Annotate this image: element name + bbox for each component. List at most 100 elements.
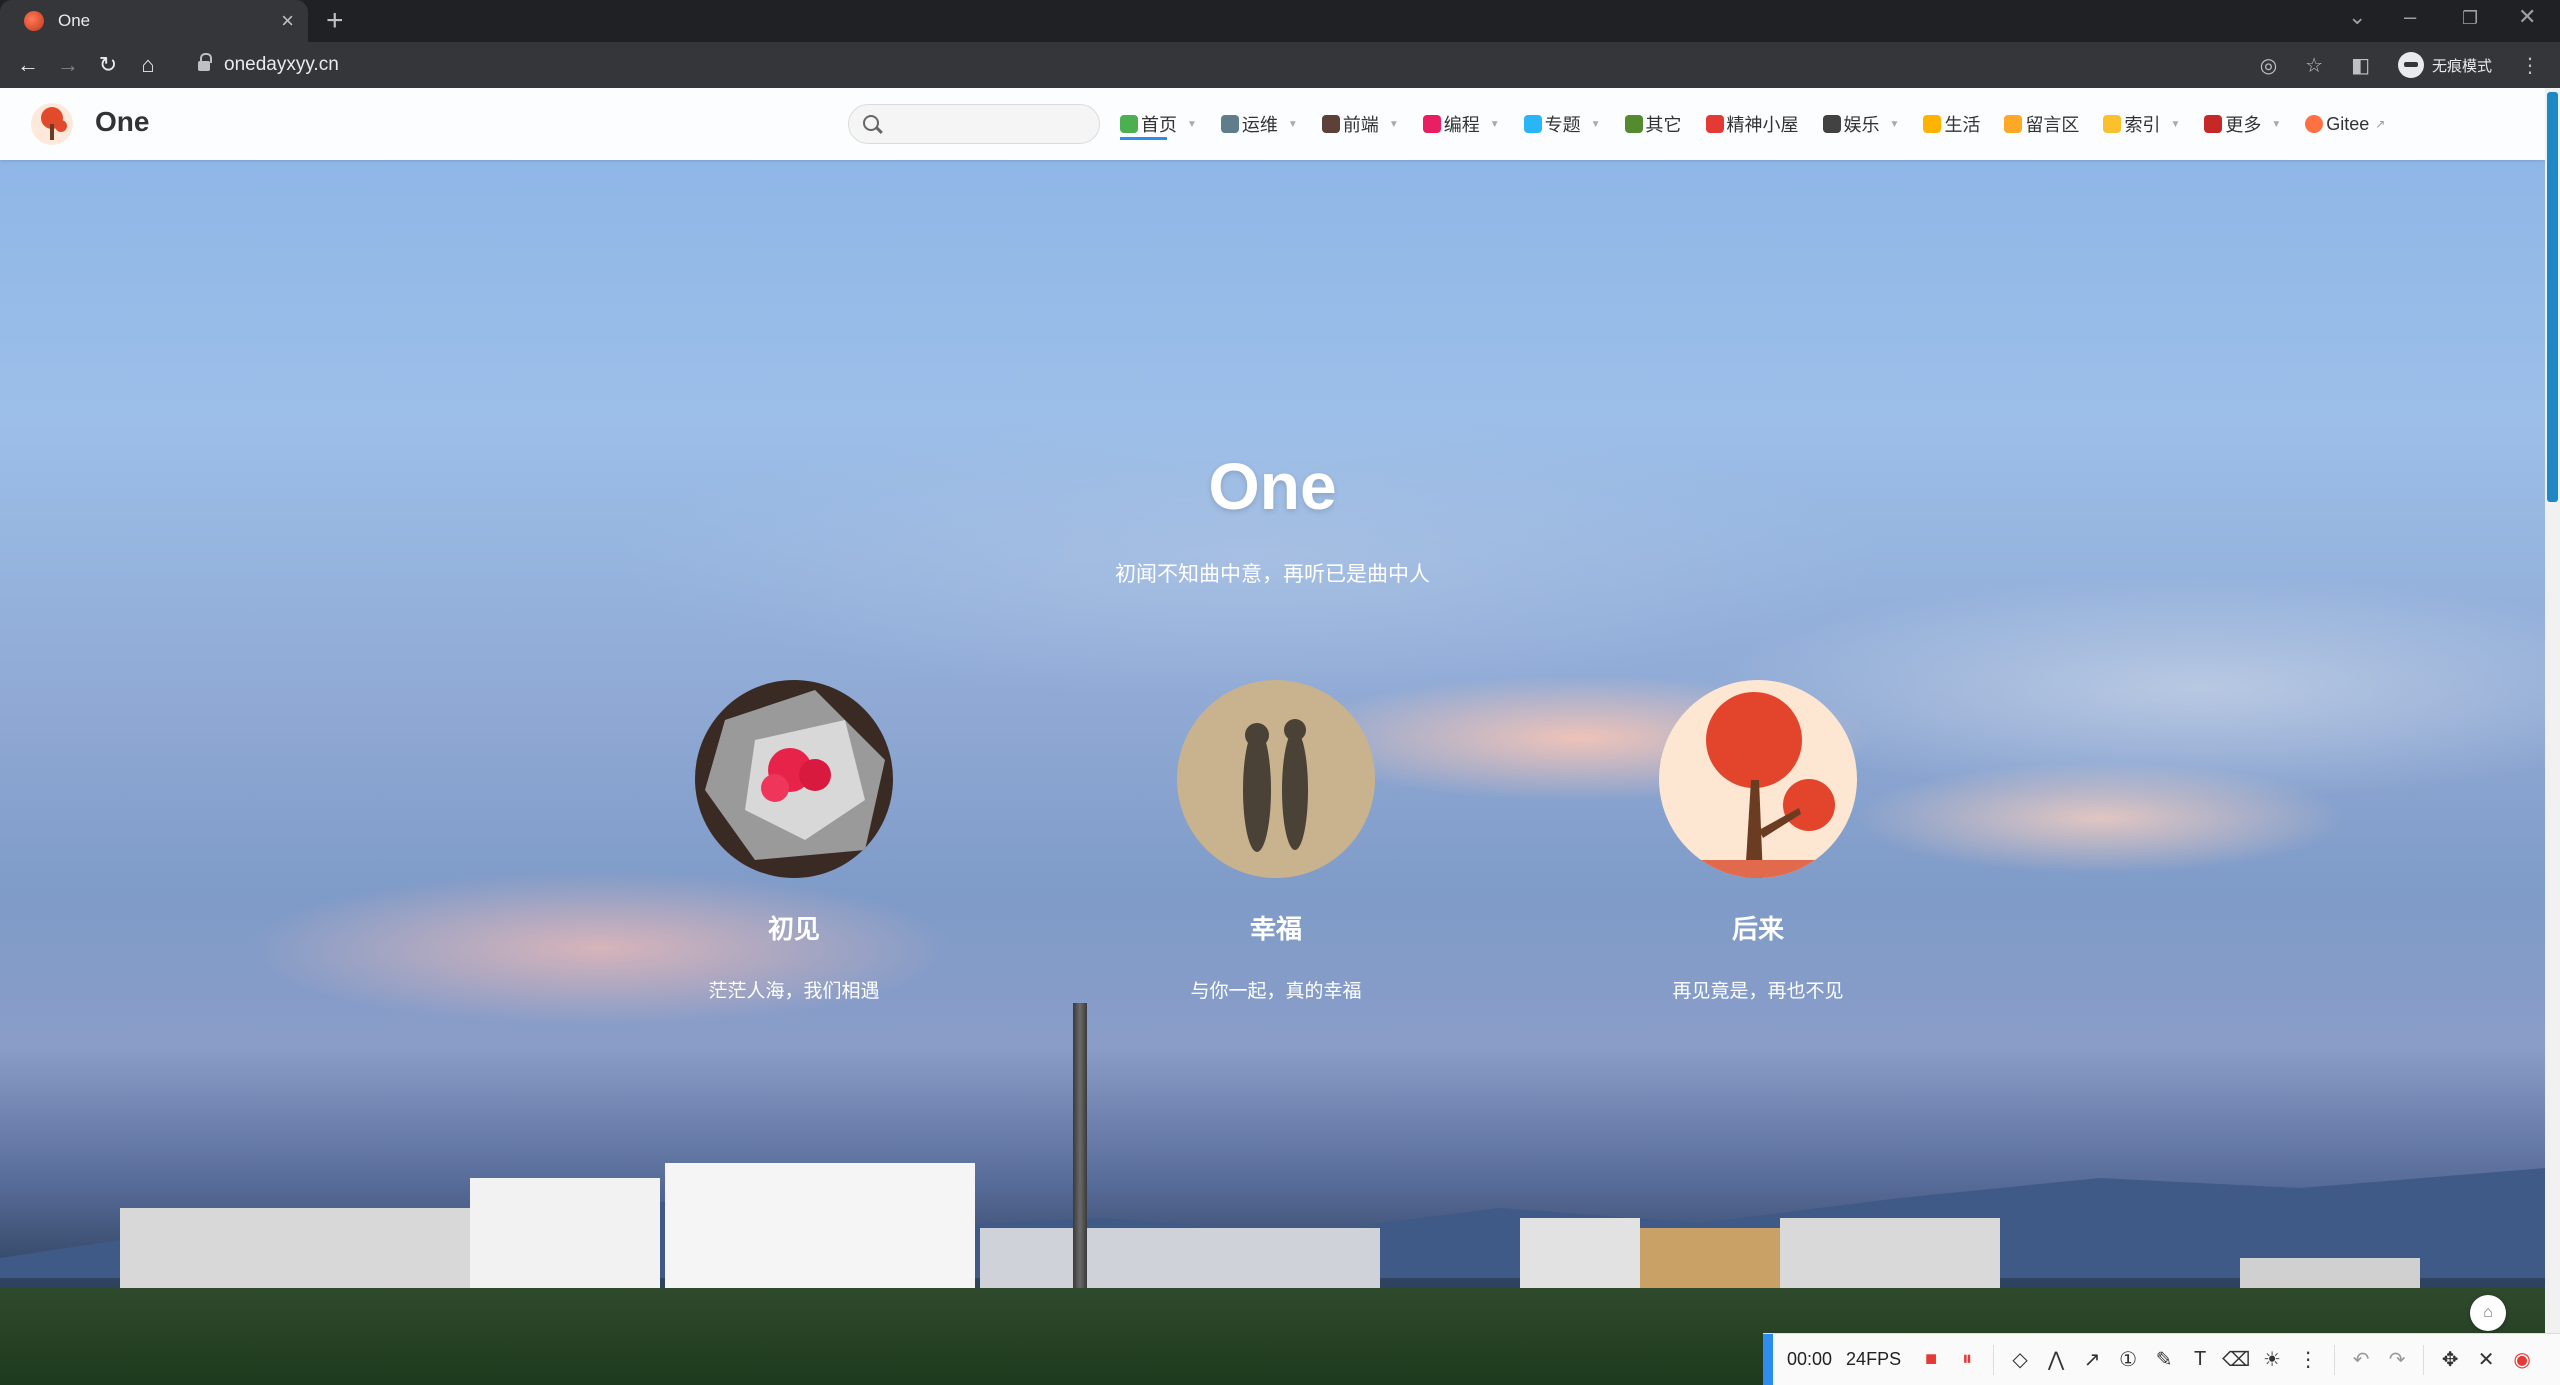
site-favicon-icon [24,11,44,31]
close-recorder-icon[interactable]: ✕ [2468,1347,2504,1372]
home-icon[interactable]: ⌂ [128,52,168,78]
nav-item-label: 更多 [2225,115,2262,135]
more-menu-icon[interactable]: ⋮ [2520,53,2540,78]
card-title: 后来 [1731,914,1784,944]
feature-card[interactable]: 后来 再见竟是，再也不见 [1608,680,1908,1003]
rose-icon [2204,115,2223,133]
spotlight-icon[interactable]: ☀ [2254,1347,2290,1372]
nav-item-entertainment[interactable]: 娱乐 ▼ [1822,88,1900,160]
shape-icon[interactable]: ◇ [2002,1347,2038,1372]
close-tab-icon[interactable]: × [281,10,294,32]
nav-item-topics[interactable]: 专题 ▼ [1523,88,1601,160]
nav-item-label: 生活 [1944,115,1981,135]
nav-item-label: 运维 [1241,115,1278,135]
card-avatar-red-tree [1659,680,1857,878]
browser-tab[interactable]: One × [0,0,308,42]
record-status-icon[interactable]: ◉ [2504,1347,2540,1372]
nav-item-ops[interactable]: 运维 ▼ [1220,88,1298,160]
restore-icon[interactable]: ❐ [2462,8,2478,29]
feature-card[interactable]: 初见 茫茫人海，我们相遇 [644,680,944,1003]
card-desc: 与你一起，真的幸福 [1190,981,1362,1002]
tab-title: One [58,11,91,30]
reload-icon[interactable]: ↻ [88,52,128,78]
polyline-icon[interactable]: ⋀ [2038,1347,2074,1372]
minimize-icon[interactable]: – [2404,4,2416,30]
nav-item-frontend[interactable]: 前端 ▼ [1321,88,1399,160]
pen-icon[interactable]: ✎ [2146,1347,2182,1372]
recorder-handle[interactable] [1763,1333,1773,1385]
nav-item-label: Gitee [2326,113,2370,134]
eraser-icon[interactable]: ⌫ [2218,1347,2254,1372]
eye-off-icon[interactable]: ◎ [2260,53,2277,78]
back-icon[interactable]: ← [8,52,48,78]
gem-icon [1523,115,1542,133]
nav-item-programming[interactable]: 编程 ▼ [1422,88,1500,160]
nav-item-life[interactable]: 生活 [1923,88,1980,160]
clapper-icon [1822,115,1841,133]
card-avatar-roses [695,680,893,878]
nav-item-home[interactable]: 首页 ▼ [1120,88,1197,160]
house-icon [1120,115,1138,133]
nav-item-more[interactable]: 更多 ▼ [2204,88,2281,160]
building [665,1163,975,1293]
forward-icon[interactable]: → [48,52,88,78]
nav-item-gitee[interactable]: Gitee ↗ [2305,88,2385,160]
caret-down-icon: ▼ [1187,118,1197,130]
more-tools-icon[interactable]: ⋮ [2290,1347,2326,1372]
site-logo[interactable] [30,102,74,146]
external-link-icon: ↗ [2375,117,2386,131]
nav-item-label: 娱乐 [1843,115,1880,135]
recorder-fps: 24FPS [1846,1349,1902,1369]
nav-item-label: 专题 [1544,115,1581,135]
caret-down-icon: ▼ [1489,118,1500,130]
nav-item-label: 首页 [1141,115,1177,135]
search-input[interactable] [848,104,1100,144]
card-title: 幸福 [1249,914,1302,944]
scrollbar-thumb[interactable] [2547,92,2558,502]
move-icon[interactable]: ✥ [2432,1347,2468,1372]
caret-down-icon: ▼ [1889,118,1900,130]
browser-tabbar: One × + ⌄ – ❐ ✕ [0,0,2560,42]
caret-down-icon: ▼ [2271,118,2282,130]
close-window-icon[interactable]: ✕ [2518,4,2536,30]
arrow-icon[interactable]: ↗ [2074,1347,2110,1372]
site-name[interactable]: One [95,106,149,138]
card-title: 初见 [767,914,820,944]
caret-down-icon: ▼ [2170,118,2181,130]
nav-item-guestbook[interactable]: 留言区 [2004,88,2079,160]
building [470,1178,660,1293]
tab-search-icon[interactable]: ⌄ [2348,4,2366,30]
card-avatar-shadow-couple [1177,680,1375,878]
address-bar[interactable]: onedayxyy.cn [224,54,339,76]
search-icon [863,115,879,131]
redo-icon[interactable]: ↷ [2379,1347,2415,1372]
nav-item-spirit[interactable]: 精神小屋 [1705,88,1799,160]
incognito-indicator[interactable]: 无痕模式 [2397,52,2492,78]
caret-down-icon: ▼ [1388,118,1399,130]
number-icon[interactable]: ① [2110,1347,2146,1372]
bookmark-star-icon[interactable]: ☆ [2305,53,2323,78]
nav-item-label: 留言区 [2025,115,2080,135]
nav-item-label: 精神小屋 [1726,115,1799,135]
pause-record-icon[interactable]: ⏸ [1949,1348,1985,1371]
recorder-toolbar: 00:00 24FPS ■ ⏸ ◇ ⋀ ↗ ① ✎ T ⌫ ☀ ⋮ ↶ ↷ ✥ … [1763,1333,2560,1385]
undo-icon[interactable]: ↶ [2343,1347,2379,1372]
building [980,1228,1380,1293]
hero-subtitle: 初闻不知曲中意，再听已是曲中人 [1115,563,1430,586]
translate-button[interactable]: ⌂ [2470,1295,2506,1331]
stop-record-icon[interactable]: ■ [1913,1348,1949,1371]
page-viewport: One 首页 ▼ 运维 ▼ 前端 ▼ 编程 ▼ 专题 ▼ 其它 精神小屋 娱乐 … [0,88,2545,1385]
text-icon[interactable]: T [2182,1348,2218,1371]
nav-item-other[interactable]: 其它 [1624,88,1682,160]
chimney [1073,1003,1087,1313]
building [1640,1228,1780,1293]
orange-icon [2305,115,2324,133]
feature-card[interactable]: 幸福 与你一起，真的幸福 [1126,680,1426,1003]
main-nav: 首页 ▼ 运维 ▼ 前端 ▼ 编程 ▼ 专题 ▼ 其它 精神小屋 娱乐 ▼ 生活… [1120,88,2409,160]
new-tab-button[interactable]: + [326,4,344,38]
lock-icon[interactable] [198,53,212,71]
card-desc: 再见竟是，再也不见 [1672,981,1844,1002]
nav-item-index[interactable]: 索引 ▼ [2103,88,2180,160]
side-panel-icon[interactable]: ◧ [2351,53,2370,78]
caret-down-icon: ▼ [1287,118,1298,130]
